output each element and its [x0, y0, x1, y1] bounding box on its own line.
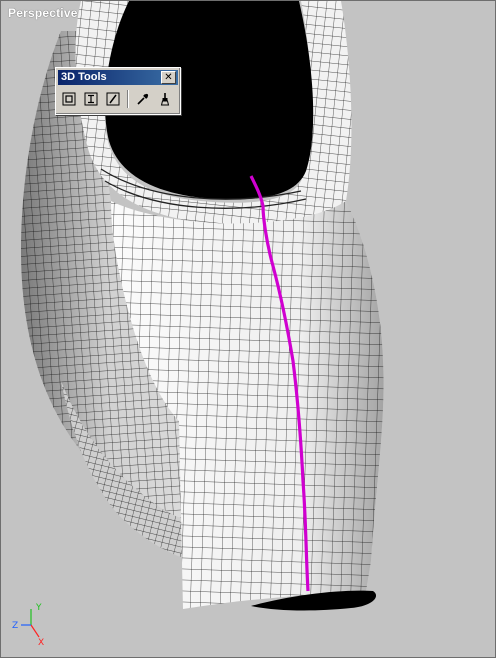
x-axis-label: X — [38, 638, 44, 647]
paint-brush-button[interactable] — [156, 90, 174, 108]
text-cursor-icon — [84, 92, 98, 106]
y-axis-label: Y — [35, 603, 42, 613]
edit-pencil-icon — [106, 92, 120, 106]
viewport-label: Perspective — [8, 6, 78, 20]
eyedropper-icon — [137, 93, 149, 105]
eyedropper-button[interactable] — [134, 90, 152, 108]
3d-tools-title: 3D Tools — [61, 71, 107, 83]
x-axis-line — [30, 624, 40, 638]
3d-tools-panel[interactable]: 3D Tools ✕ — [55, 67, 181, 115]
select-faces-button[interactable] — [60, 90, 78, 108]
edit-tool-button[interactable] — [104, 90, 122, 108]
close-button[interactable]: ✕ — [161, 71, 176, 84]
paint-brush-icon — [160, 93, 170, 106]
close-icon: ✕ — [164, 72, 173, 83]
axis-gizmo: Y X Z — [12, 603, 44, 647]
text-tool-button[interactable] — [82, 90, 100, 108]
select-faces-icon — [62, 92, 76, 106]
toolbar-separator — [127, 90, 129, 108]
3d-tools-titlebar[interactable]: 3D Tools ✕ — [58, 70, 178, 85]
perspective-viewport[interactable]: Perspective 3D Tools ✕ Y X Z — [0, 0, 496, 658]
z-axis-label: Z — [12, 621, 18, 631]
